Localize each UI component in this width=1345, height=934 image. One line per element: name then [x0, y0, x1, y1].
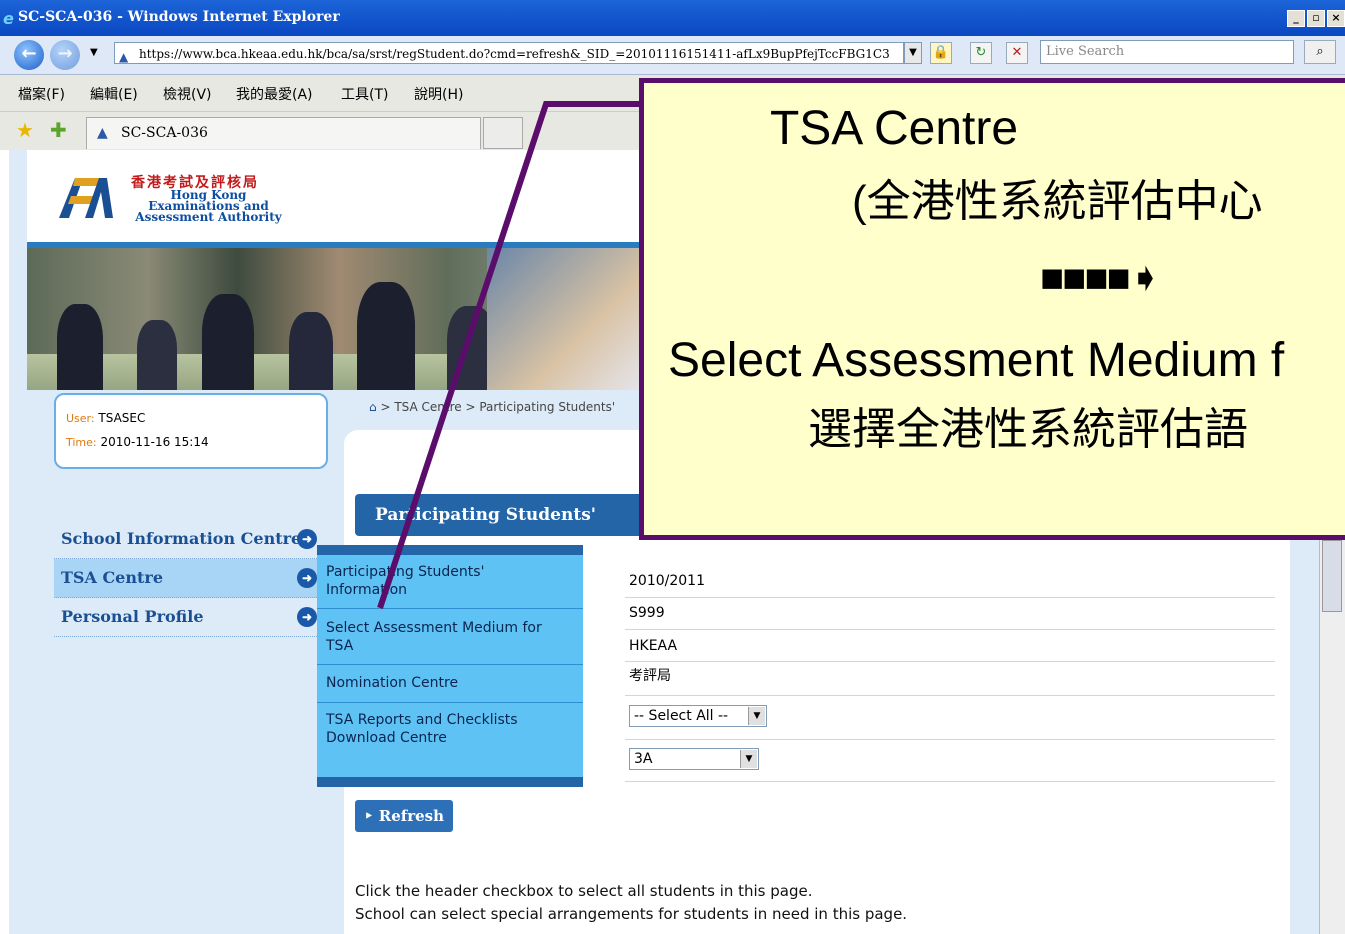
form-row-year: 2010/2011	[625, 565, 1275, 598]
menu-help[interactable]: 說明(H)	[414, 84, 463, 104]
flyout-item-nomination-centre[interactable]: Nomination Centre	[317, 665, 583, 703]
user-info-box: User: TSASEC Time: 2010-11-16 15:14	[54, 393, 328, 469]
arrow-right-icon: ➜	[297, 529, 317, 549]
nav-personal-profile[interactable]: Personal Profile ➜	[54, 598, 319, 637]
history-dropdown-icon[interactable]: ▼	[90, 47, 98, 58]
callout-target: Select Assessment Medium f	[668, 334, 1285, 387]
search-input[interactable]: Live Search	[1040, 40, 1294, 64]
form-row-level: -- Select All -- ▼	[625, 695, 1275, 740]
hkeaa-logo-icon[interactable]	[53, 172, 115, 222]
school-name-cn-value: 考評局	[629, 668, 671, 684]
time-label: Time:	[66, 436, 97, 449]
callout-target-chinese: 選擇全港性系統評估語	[808, 405, 1248, 454]
header-banner-photo-student	[487, 248, 647, 390]
section-title: Participating Students' Information	[355, 494, 675, 567]
arrow-right-icon: ■■■■➧	[1040, 256, 1162, 300]
callout-title-chinese: (全港性系統評估中心	[852, 177, 1263, 226]
chevron-down-icon: ▼	[748, 707, 765, 725]
chevron-down-icon: ▼	[740, 750, 757, 768]
maximize-button[interactable]: ▫	[1307, 10, 1325, 27]
org-name-english: Hong Kong Examinations and Assessment Au…	[135, 188, 282, 224]
menu-view[interactable]: 檢視(V)	[163, 84, 212, 104]
annotation-callout: TSA Centre (全港性系統評估中心 ■■■■➧ Select Asses…	[639, 78, 1345, 540]
menu-favorites[interactable]: 我的最愛(A)	[236, 84, 313, 104]
breadcrumb: ⌂ > TSA Centre > Participating Students'	[369, 400, 616, 414]
back-button[interactable]: ←	[14, 40, 44, 70]
minimize-button[interactable]: _	[1287, 10, 1305, 27]
flyout-item-reports-download[interactable]: TSA Reports and Checklists Download Cent…	[317, 703, 583, 777]
note-special-arrangements: School can select special arrangements f…	[355, 905, 908, 923]
new-tab-button[interactable]	[483, 117, 523, 149]
menu-tools[interactable]: 工具(T)	[341, 84, 388, 104]
user-label: User:	[66, 412, 95, 425]
home-icon[interactable]: ⌂	[369, 400, 377, 414]
stop-icon[interactable]: ✕	[1006, 42, 1028, 64]
refresh-button[interactable]: ‣ Refresh	[355, 800, 453, 832]
close-window-button[interactable]: ×	[1327, 10, 1345, 27]
form-row-name-en: HKEAA	[625, 629, 1275, 662]
form-row-name-cn: 考評局	[625, 661, 1275, 696]
site-favicon-icon: ▲	[119, 50, 129, 64]
form-row-code: S999	[625, 597, 1275, 630]
school-code-value: S999	[629, 605, 665, 621]
search-button[interactable]: ⌕	[1304, 40, 1336, 64]
tab-favicon-icon: ▲	[97, 125, 108, 141]
nav-school-information-centre[interactable]: School Information Centre ➜	[54, 520, 319, 559]
flyout-item-select-assessment-medium[interactable]: Select Assessment Medium for TSA	[317, 609, 583, 665]
url-input[interactable]: ▲ https://www.bca.hkeaa.edu.hk/bca/sa/sr…	[114, 42, 904, 64]
window-title: SC-SCA-036 - Windows Internet Explorer	[18, 9, 340, 25]
arrow-right-icon: ➜	[297, 568, 317, 588]
class-select[interactable]: 3A ▼	[629, 748, 759, 770]
lock-icon[interactable]: 🔒	[930, 42, 952, 64]
menu-edit[interactable]: 編輯(E)	[90, 84, 138, 104]
forward-button[interactable]: →	[50, 40, 80, 70]
tsa-centre-flyout-menu: Participating Students' Information Sele…	[317, 545, 583, 787]
note-select-all: Click the header checkbox to select all …	[355, 882, 813, 900]
school-year-value: 2010/2011	[629, 573, 705, 589]
arrow-right-icon: ➜	[297, 607, 317, 627]
ie-logo-icon: e	[3, 9, 14, 28]
scrollbar-thumb[interactable]	[1322, 540, 1342, 612]
level-select[interactable]: -- Select All -- ▼	[629, 705, 767, 727]
refresh-page-icon[interactable]: ↻	[970, 42, 992, 64]
time-value: 2010-11-16 15:14	[100, 435, 209, 449]
address-bar: ← → ▼ ▲ https://www.bca.hkeaa.edu.hk/bca…	[0, 36, 1345, 75]
callout-title: TSA Centre	[769, 102, 1019, 155]
school-name-en-value: HKEAA	[629, 638, 678, 654]
favorites-star-icon[interactable]: ★	[16, 118, 34, 142]
flyout-item-participating-students[interactable]: Participating Students' Information	[317, 557, 583, 609]
left-navigation: School Information Centre ➜ TSA Centre ➜…	[54, 520, 319, 637]
title-bar: e SC-SCA-036 - Windows Internet Explorer…	[0, 0, 1345, 36]
nav-tsa-centre[interactable]: TSA Centre ➜	[54, 559, 319, 598]
add-favorite-icon[interactable]: ✚	[50, 118, 67, 142]
url-dropdown-button[interactable]: ▼	[904, 42, 922, 64]
user-value: TSASEC	[98, 411, 146, 425]
menu-file[interactable]: 檔案(F)	[18, 84, 65, 104]
form-row-class: 3A ▼	[625, 739, 1275, 782]
page-scrollbar[interactable]	[1319, 530, 1345, 934]
browser-tab[interactable]: ▲ SC-SCA-036	[86, 117, 481, 149]
